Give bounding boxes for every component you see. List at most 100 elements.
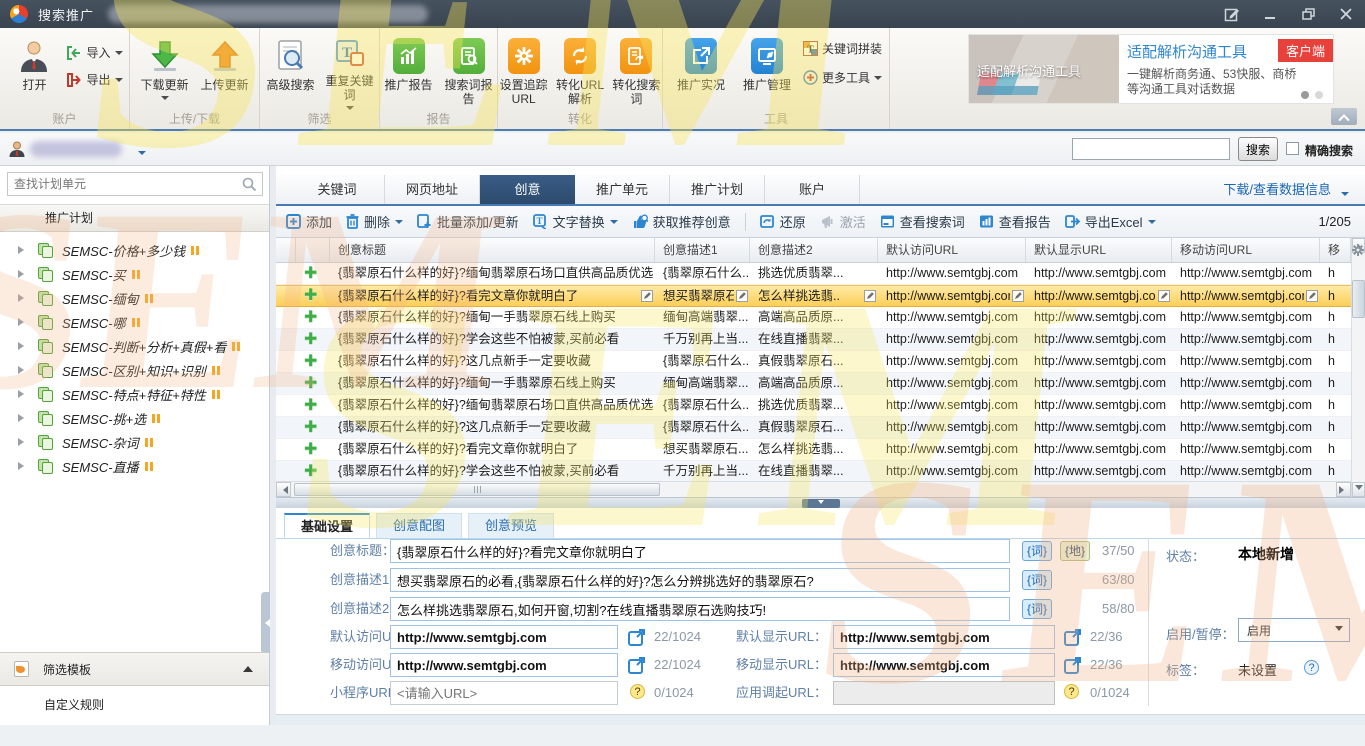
edit-icon[interactable] (736, 290, 748, 302)
global-search-input[interactable] (1072, 138, 1230, 160)
add-row-icon[interactable]: ✚ (304, 332, 317, 348)
filter-template-bar[interactable]: 筛选模板 (0, 652, 269, 686)
column-settings-icon[interactable] (1351, 240, 1365, 260)
restore-button[interactable]: 还原 (760, 212, 806, 231)
plan-item[interactable]: SEMSC-杂词 (0, 430, 269, 454)
plan-item[interactable]: SEMSC-哪 (0, 310, 269, 334)
expand-icon[interactable] (18, 390, 28, 398)
add-row-icon[interactable]: ✚ (304, 442, 317, 458)
row-select-cell[interactable] (276, 461, 296, 481)
plan-item[interactable]: SEMSC-买 (0, 262, 269, 286)
col-mobile-url[interactable]: 移动访问URL (1172, 238, 1320, 262)
table-row[interactable]: ✚{翡翠原石什么样的好}?学会这些不怕被蒙,买前必看千万别再上当...在线直播翡… (276, 461, 1351, 481)
close-button[interactable] (1335, 4, 1357, 24)
scroll-down-button[interactable] (1352, 482, 1365, 497)
promotion-report-button[interactable]: 推广报告 (381, 34, 437, 109)
promo-pager-dots[interactable] (1301, 91, 1323, 99)
advanced-search-button[interactable]: 高级搜索 (263, 34, 319, 109)
open-button[interactable]: 打开 (6, 34, 62, 109)
row-select-cell[interactable] (276, 307, 296, 328)
col-title[interactable]: 创意标题 (330, 238, 655, 262)
expand-icon[interactable] (18, 438, 28, 446)
plan-item[interactable]: SEMSC-直播 (0, 454, 269, 478)
row-select-cell[interactable] (276, 286, 296, 306)
row-select-cell[interactable] (276, 373, 296, 394)
expand-icon[interactable] (18, 270, 28, 278)
enable-select[interactable]: 启用 (1238, 618, 1350, 642)
ribbon-collapse-button[interactable] (1331, 108, 1357, 125)
tab-creative-preview[interactable]: 创意预览 (468, 513, 554, 538)
edit-icon[interactable] (1158, 290, 1170, 302)
plan-item[interactable]: SEMSC-判断+分析+真假+看 (0, 334, 269, 358)
open-link-icon[interactable] (1064, 656, 1082, 674)
help-icon[interactable]: ? (1064, 684, 1079, 699)
tab-webaddress[interactable]: 网页地址 (385, 175, 480, 204)
desc1-field-input[interactable] (390, 568, 1010, 592)
feedback-icon[interactable] (1221, 4, 1243, 24)
add-row-icon[interactable]: ✚ (304, 266, 317, 282)
expand-icon[interactable] (18, 246, 28, 254)
plan-search-input[interactable] (14, 175, 234, 193)
searchword-report-button[interactable]: 搜索词报告 (441, 34, 497, 109)
scroll-right-button[interactable] (1336, 482, 1351, 497)
export-excel-button[interactable]: 导出Excel (1065, 212, 1156, 231)
add-row-icon[interactable]: ✚ (304, 376, 317, 392)
row-select-cell[interactable] (276, 395, 296, 416)
edit-icon[interactable] (1012, 290, 1024, 302)
promotion-live-button[interactable]: 推广实况 (671, 34, 731, 109)
horizontal-scrollbar[interactable] (276, 481, 1351, 497)
plan-item[interactable]: SEMSC-挑+选 (0, 406, 269, 430)
row-select-cell[interactable] (276, 263, 296, 284)
edit-icon[interactable] (864, 290, 876, 302)
open-link-icon[interactable] (628, 656, 646, 674)
delete-button[interactable]: 删除 (346, 212, 403, 231)
add-row-icon[interactable]: ✚ (304, 288, 317, 304)
custom-rules-item[interactable]: 自定义规则 (0, 686, 269, 725)
open-link-icon[interactable] (1064, 628, 1082, 646)
table-row[interactable]: ✚{翡翠原石什么样的好}?学会这些不怕被蒙,买前必看千万别再上当...在线直播翡… (276, 329, 1351, 351)
hscroll-thumb[interactable] (294, 483, 660, 496)
expand-icon[interactable] (18, 342, 28, 350)
tab-keywords[interactable]: 关键词 (290, 175, 385, 204)
panel-splitter-horizontal[interactable] (276, 497, 1365, 508)
col-desc1[interactable]: 创意描述1 (655, 238, 750, 262)
collapse-panel-button[interactable] (802, 499, 840, 508)
conversion-searchword-button[interactable]: 转化搜索词 (611, 34, 662, 109)
expand-icon[interactable] (18, 366, 28, 374)
col-default-url[interactable]: 默认访问URL (878, 238, 1026, 262)
promotion-manage-button[interactable]: 推广管理 (735, 34, 799, 109)
open-link-icon[interactable] (628, 628, 646, 646)
sidebar-collapse-handle[interactable] (261, 592, 270, 654)
edit-icon[interactable] (1306, 290, 1318, 302)
add-row-icon[interactable]: ✚ (304, 420, 317, 436)
col-display-url[interactable]: 默认显示URL (1026, 238, 1172, 262)
tab-creative[interactable]: 创意 (480, 175, 575, 204)
show-mobile-input[interactable] (833, 653, 1055, 677)
view-searchwords-button[interactable]: 查看搜索词 (880, 212, 965, 231)
search-button[interactable]: 搜索 (1238, 137, 1278, 161)
row-select-cell[interactable] (276, 417, 296, 438)
help-icon[interactable]: ? (630, 684, 645, 699)
duplicate-keywords-button[interactable]: T 重复关键词 (323, 34, 377, 109)
tab-basic-settings[interactable]: 基础设置 (284, 513, 370, 538)
mobile-url-input[interactable] (390, 653, 618, 677)
row-select-cell[interactable] (276, 439, 296, 460)
plan-item[interactable]: SEMSC-价格+多少钱 (0, 238, 269, 262)
table-row[interactable]: ✚{翡翠原石什么样的好}?这几点新手一定要收藏{翡翠原石什么...真假翡翠原石.… (276, 351, 1351, 373)
tab-adgroup[interactable]: 推广单元 (575, 175, 670, 204)
insert-place-token-button[interactable]: {地} (1060, 541, 1090, 561)
set-track-url-button[interactable]: 设置追踪URL (498, 34, 549, 109)
text-replace-button[interactable]: T 文字替换 (533, 212, 618, 231)
table-row[interactable]: ✚{翡翠原石什么样的好}?缅甸翡翠原石场口直供高品质优选{翡翠原石什么...挑选… (276, 263, 1351, 285)
col-desc2[interactable]: 创意描述2 (750, 238, 878, 262)
desc2-field-input[interactable] (390, 597, 1010, 621)
table-row[interactable]: ✚{翡翠原石什么样的好}?缅甸一手翡翠原石线上购买缅甸高端翡翠...高端高品质原… (276, 307, 1351, 329)
account-select-redacted[interactable] (30, 141, 122, 157)
minimize-button[interactable] (1259, 4, 1281, 24)
table-row[interactable]: ✚{翡翠原石什么样的好}?缅甸翡翠原石场口直供高品质优选{翡翠原石什么...挑选… (276, 395, 1351, 417)
plan-item[interactable]: SEMSC-区别+知识+识别 (0, 358, 269, 382)
col-cut[interactable]: 移 (1320, 238, 1351, 262)
data-info-caret-icon[interactable] (1341, 192, 1349, 200)
plan-item[interactable]: SEMSC-特点+特征+特性 (0, 382, 269, 406)
conversion-url-parse-button[interactable]: 转化URL解析 (553, 34, 606, 109)
